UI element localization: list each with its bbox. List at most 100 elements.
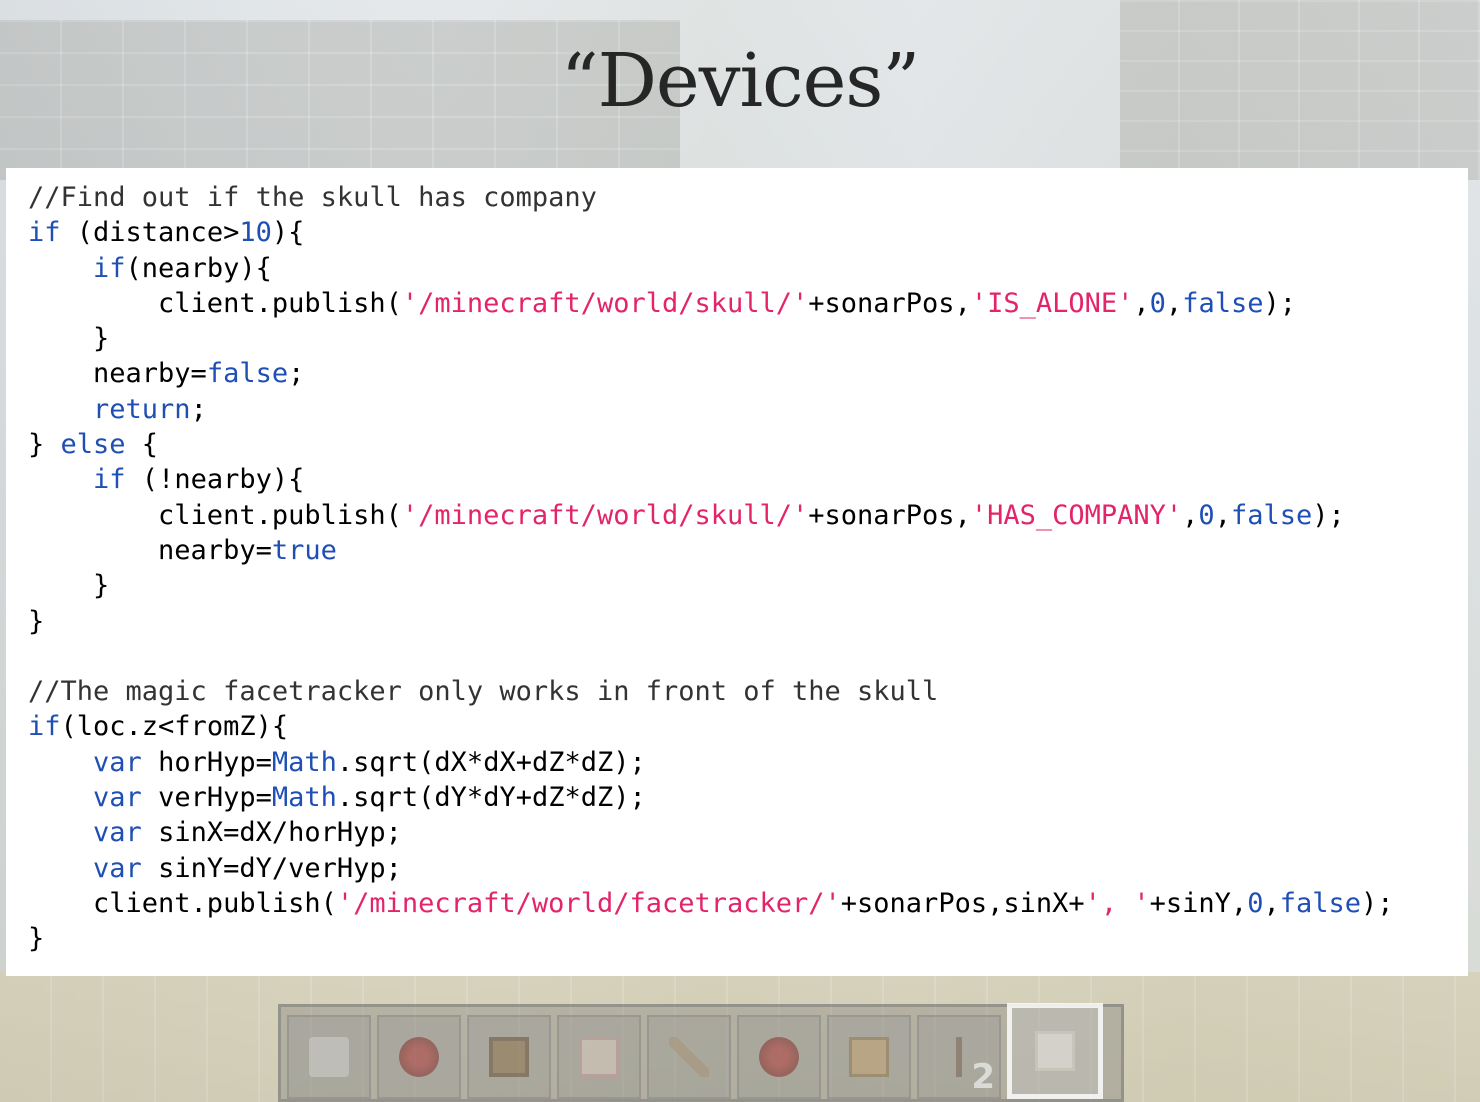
code-keyword: 0	[1198, 499, 1215, 531]
code-text: }	[28, 570, 110, 602]
code-string: ', '	[1084, 887, 1150, 919]
code-text: .sqrt(dY*dY+dZ*dZ);	[336, 782, 646, 814]
code-keyword: var	[93, 746, 142, 778]
code-text: }	[28, 923, 45, 955]
item-count: 2	[971, 1057, 995, 1097]
code-text: ){	[271, 217, 305, 249]
code-text: client.publish(	[28, 287, 402, 319]
hotbar-slot[interactable]	[377, 1015, 461, 1099]
code-line: nearby=true	[28, 533, 1468, 568]
code-keyword: true	[271, 534, 337, 566]
block-icon	[579, 1037, 619, 1077]
code-line: }	[28, 568, 1468, 603]
code-string: '/minecraft/world/facetracker/'	[336, 887, 841, 919]
code-text: (nearby){	[125, 252, 272, 284]
code-line: nearby=false;	[28, 356, 1468, 391]
hotbar-slot[interactable]: 2	[917, 1015, 1001, 1099]
code-keyword: 10	[239, 217, 272, 249]
code-text: );	[1312, 499, 1345, 531]
code-keyword: 0	[1247, 887, 1264, 919]
code-line: var verHyp=Math.sqrt(dY*dY+dZ*dZ);	[28, 780, 1468, 815]
code-comment: //Find out if the skull has company	[28, 182, 597, 213]
code-keyword: var	[93, 852, 142, 884]
code-line: }	[28, 321, 1468, 356]
code-text: (!nearby){	[125, 464, 305, 496]
code-text: ,	[1214, 499, 1231, 531]
quartz-block-icon	[1035, 1031, 1075, 1071]
redstone-icon	[399, 1037, 439, 1077]
code-line: var sinX=dX/horHyp;	[28, 815, 1468, 850]
code-text: +sonarPos,sinX+	[840, 887, 1085, 919]
code-string: '/minecraft/world/skull/'	[401, 499, 809, 531]
code-keyword: false	[1182, 287, 1264, 319]
code-text: {	[125, 429, 159, 461]
code-keyword: Math	[271, 746, 337, 778]
code-line: client.publish('/minecraft/world/skull/'…	[28, 286, 1468, 321]
redstone-icon	[759, 1037, 799, 1077]
hotbar-slot[interactable]	[467, 1015, 551, 1099]
code-string: '/minecraft/world/skull/'	[401, 287, 809, 319]
code-line: if (distance>10){	[28, 215, 1468, 250]
code-text: );	[1361, 887, 1394, 919]
slide-title: “Devices”	[560, 38, 920, 124]
lever-icon	[669, 1037, 709, 1077]
code-line: client.publish('/minecraft/world/skull/'…	[28, 498, 1468, 533]
code-text: ;	[190, 393, 207, 425]
code-text: .sqrt(dX*dX+dZ*dZ);	[336, 746, 646, 778]
code-line: return;	[28, 392, 1468, 427]
sign-icon	[849, 1037, 889, 1077]
code-string: 'HAS_COMPANY'	[970, 499, 1183, 531]
code-text: }	[28, 323, 110, 355]
code-line: var horHyp=Math.sqrt(dX*dX+dZ*dZ);	[28, 745, 1468, 780]
code-text: );	[1263, 287, 1296, 319]
code-line: //The magic facetracker only works in fr…	[28, 674, 1468, 709]
code-text: +sonarPos,	[808, 499, 971, 531]
code-text: sinY=dY/verHyp;	[141, 852, 402, 884]
code-line: //Find out if the skull has company	[28, 180, 1468, 215]
code-keyword: false	[206, 358, 289, 390]
code-text: client.publish(	[28, 499, 402, 531]
code-keyword: 0	[1149, 287, 1166, 319]
code-text: ,	[1263, 887, 1280, 919]
code-text: horHyp=	[141, 746, 272, 778]
code-text: }	[28, 605, 45, 637]
command-block-icon	[489, 1037, 529, 1077]
code-text: client.publish(	[28, 887, 337, 919]
code-keyword: false	[1230, 499, 1313, 531]
code-keyword: if	[93, 464, 126, 496]
code-text: ,	[1133, 287, 1150, 319]
code-text: nearby=	[28, 534, 272, 566]
hotbar-slot[interactable]	[737, 1015, 821, 1099]
code-comment: //The magic facetracker only works in fr…	[28, 676, 939, 708]
hotbar-slot[interactable]	[557, 1015, 641, 1099]
code-text: +sonarPos,	[808, 287, 971, 319]
code-keyword: else	[60, 429, 126, 461]
code-text: ,	[1165, 287, 1183, 319]
code-text: (distance>	[60, 217, 240, 249]
code-text: }	[28, 429, 61, 461]
code-keyword: if	[28, 217, 61, 249]
code-line: }	[28, 604, 1468, 639]
code-panel: //Find out if the skull has company if (d…	[6, 168, 1468, 976]
hotbar-slot-selected[interactable]	[1007, 1003, 1103, 1099]
code-keyword: if	[28, 711, 61, 743]
code-keyword: return	[93, 393, 191, 425]
code-line: } else {	[28, 427, 1468, 462]
code-keyword: Math	[271, 782, 337, 814]
code-string: 'IS_ALONE'	[970, 287, 1134, 319]
hotbar-slot[interactable]	[647, 1015, 731, 1099]
skull-icon	[309, 1037, 349, 1077]
code-text: (loc.z<fromZ){	[60, 711, 289, 743]
code-line: var sinY=dY/verHyp;	[28, 851, 1468, 886]
hotbar-slot[interactable]	[287, 1015, 371, 1099]
hotbar-slot[interactable]	[827, 1015, 911, 1099]
code-text: ,	[1182, 499, 1199, 531]
code-text: ;	[288, 358, 305, 390]
